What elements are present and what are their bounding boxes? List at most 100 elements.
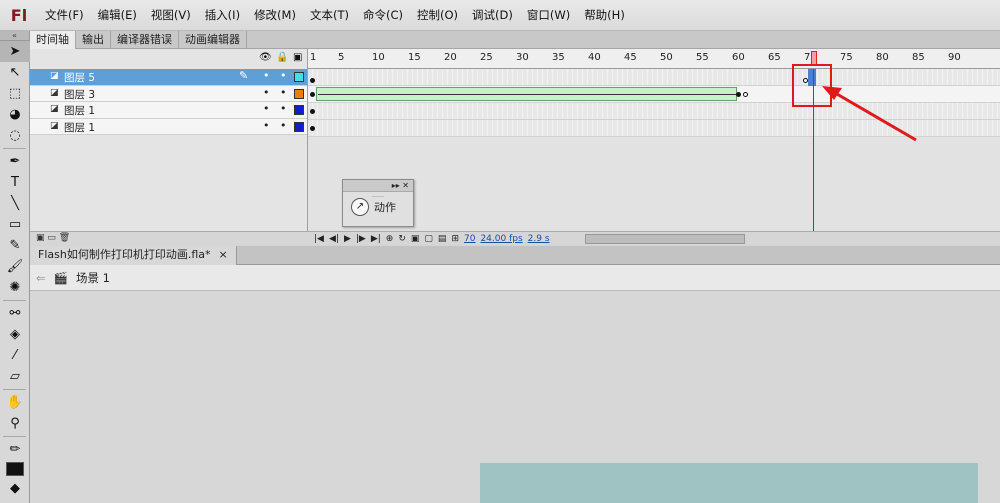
delete-layer-icon[interactable]: 🗑 [59,233,70,243]
deco-tool-icon[interactable]: ✺ [0,277,30,298]
visible-dot[interactable]: • [263,102,270,115]
tab-motion-editor[interactable]: 动画编辑器 [179,31,247,49]
outline-all-icon[interactable]: ▣ [293,52,302,63]
tools-panel: « ➤ ↖ ⬚ ◕ ◌ ✒ T ╲ ▭ ✎ 🖌 ✺ ⚯ ◈ ⁄ ▱ ✋ ⚲ ✏ … [0,31,30,503]
ruler-label: 35 [552,52,565,63]
eraser-tool-icon[interactable]: ▱ [0,366,30,387]
close-tab-icon[interactable]: × [219,246,228,265]
play-icon[interactable]: ▶ [344,234,351,244]
stroke-color-icon[interactable]: ✏ [0,439,30,460]
free-transform-tool-icon[interactable]: ⬚ [0,83,30,104]
blank-keyframe-marker[interactable] [743,92,748,97]
selection-tool-icon[interactable]: ➤ [0,41,30,62]
layer-name: 图层 1 [64,121,96,134]
keyframe-marker[interactable] [736,92,741,97]
step-forward-icon[interactable]: |▶ [356,234,366,244]
menu-view[interactable]: 视图(V) [144,0,198,31]
keyframe-marker[interactable] [310,78,315,83]
layer-row[interactable]: ◪ 图层 3 • • [30,85,307,102]
visible-dot[interactable]: • [263,86,270,99]
keyframe-marker[interactable] [310,92,315,97]
tab-timeline[interactable]: 时间轴 [30,31,76,49]
tab-output[interactable]: 输出 [76,31,111,49]
stroke-color-swatch[interactable] [5,462,24,476]
tab-compiler-errors[interactable]: 编译器错误 [111,31,179,49]
playhead-marker[interactable] [811,51,817,65]
brush-tool-icon[interactable]: 🖌 [0,256,30,277]
ruler-label: 20 [444,52,457,63]
lock-dot[interactable]: • [280,69,287,82]
zoom-tool-icon[interactable]: ⚲ [0,413,30,434]
frame-ruler[interactable]: 1 5 10 15 20 25 30 35 40 45 50 55 60 65 … [308,49,1000,69]
actions-panel-titlebar[interactable]: ▸▸ ✕ [343,180,413,192]
actions-label[interactable]: 动作 [374,199,396,215]
paint-bucket-tool-icon[interactable]: ◈ [0,324,30,345]
back-arrow-icon[interactable]: ⇐ [36,271,46,285]
go-first-frame-icon[interactable]: |◀ [314,234,324,244]
menu-commands[interactable]: 命令(C) [356,0,410,31]
tools-divider [3,389,26,390]
lock-all-icon[interactable]: 🔒 [276,52,288,63]
timeline-panel: 👁 🔒 ▣ ◪ 图层 5 ✎ • • ◪ 图层 3 • • ◪ 图层 1 • • [30,49,1000,245]
rectangle-tool-icon[interactable]: ▭ [0,214,30,235]
eyedropper-tool-icon[interactable]: ⁄ [0,345,30,366]
timeline-scrollbar[interactable] [584,233,745,244]
hand-tool-icon[interactable]: ✋ [0,392,30,413]
visible-dot[interactable]: • [263,119,270,132]
outline-color-swatch[interactable] [294,105,304,115]
layer-row[interactable]: ◪ 图层 1 • • [30,118,307,135]
menu-window[interactable]: 窗口(W) [520,0,577,31]
lock-dot[interactable]: • [280,119,287,132]
ruler-label: 5 [338,52,345,63]
go-last-frame-icon[interactable]: ▶| [371,234,381,244]
center-frame-icon[interactable]: ⊕ [386,234,394,244]
tools-collapse-icon[interactable]: « [0,31,29,41]
menu-insert[interactable]: 插入(I) [198,0,247,31]
lasso-tool-icon[interactable]: ◌ [0,125,30,146]
show-hide-all-icon[interactable]: 👁 [259,52,272,63]
pen-tool-icon[interactable]: ✒ [0,151,30,172]
menu-edit[interactable]: 编辑(E) [91,0,144,31]
menu-help[interactable]: 帮助(H) [577,0,632,31]
loop-icon[interactable]: ↻ [398,234,406,244]
3d-rotation-tool-icon[interactable]: ◕ [0,104,30,125]
new-folder-icon[interactable]: ▭ [47,233,56,243]
lock-dot[interactable]: • [280,102,287,115]
text-tool-icon[interactable]: T [0,172,30,193]
step-back-icon[interactable]: ◀| [329,234,339,244]
edit-bar: ⇐ 🎬 场景 1 [30,265,1000,291]
menu-modify[interactable]: 修改(M) [247,0,303,31]
visible-dot[interactable]: • [263,69,270,82]
edit-multiple-icon[interactable]: ▤ [438,234,447,244]
outline-color-swatch[interactable] [294,88,304,99]
layer-row[interactable]: ◪ 图层 1 • • [30,102,307,119]
current-frame[interactable]: 70 [464,234,475,244]
menu-text[interactable]: 文本(T) [303,0,356,31]
layer-row[interactable]: ◪ 图层 5 ✎ • • [30,69,307,86]
onion-skin-icon[interactable]: ▣ [411,234,420,244]
layer-header: 👁 🔒 ▣ [30,49,307,69]
outline-color-swatch[interactable] [294,121,304,132]
stage-canvas[interactable] [480,463,978,503]
pencil-tool-icon[interactable]: ✎ [0,235,30,256]
ruler-label: 75 [840,52,853,63]
actions-icon[interactable]: ↗ [351,198,369,216]
line-tool-icon[interactable]: ╲ [0,193,30,214]
subselection-tool-icon[interactable]: ↖ [0,62,30,83]
menu-control[interactable]: 控制(O) [410,0,465,31]
bone-tool-icon[interactable]: ⚯ [0,303,30,324]
lock-dot[interactable]: • [280,86,287,99]
new-layer-icon[interactable]: ▣ [36,233,45,243]
fill-color-icon[interactable]: ◆ [0,478,30,499]
keyframe-marker[interactable] [310,109,315,114]
menu-debug[interactable]: 调试(D) [465,0,520,31]
document-tab[interactable]: Flash如何制作打印机打印动画.fla* × [30,246,237,265]
scene-label[interactable]: 场景 1 [76,270,110,286]
elapsed-time[interactable]: 2.9 s [528,234,550,244]
onion-markers-icon[interactable]: ⊞ [451,234,459,244]
outline-color-swatch[interactable] [294,72,304,82]
keyframe-marker[interactable] [310,126,315,131]
onion-outline-icon[interactable]: ▢ [424,234,433,244]
frame-rate[interactable]: 24.00 fps [480,234,522,244]
menu-file[interactable]: 文件(F) [38,0,91,31]
